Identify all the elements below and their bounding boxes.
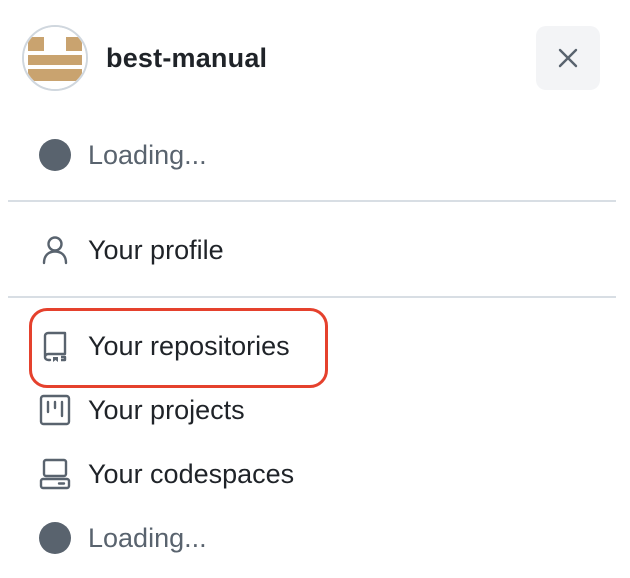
menu-item-label: Loading...: [88, 139, 207, 170]
status-dot-icon: [38, 138, 72, 172]
menu-item-your-profile[interactable]: Your profile: [38, 230, 224, 270]
project-icon: [38, 393, 72, 427]
menu-item-label: Loading...: [88, 522, 207, 553]
codespaces-icon: [38, 457, 72, 491]
avatar-identicon-icon: [24, 27, 86, 89]
person-icon: [38, 233, 72, 267]
repo-icon: [38, 329, 72, 363]
menu-item-loading-status: Loading...: [38, 518, 207, 558]
menu-item-loading-status: Loading...: [38, 135, 207, 175]
menu-item-your-projects[interactable]: Your projects: [38, 390, 245, 430]
avatar[interactable]: [22, 25, 88, 91]
menu-item-label: Your codespaces: [88, 458, 295, 489]
x-icon: [558, 48, 578, 68]
divider: [8, 296, 616, 298]
menu-item-label: Your projects: [88, 394, 245, 425]
username[interactable]: best-manual: [106, 43, 267, 74]
close-button[interactable]: [536, 26, 600, 90]
menu-item-your-codespaces[interactable]: Your codespaces: [38, 454, 294, 494]
status-dot-icon: [38, 521, 72, 555]
menu-item-your-repositories[interactable]: Your repositories: [38, 326, 290, 366]
menu-item-label: Your profile: [88, 234, 224, 265]
menu-item-label: Your repositories: [88, 330, 290, 361]
user-header: best-manual: [22, 24, 267, 92]
divider: [8, 200, 616, 202]
